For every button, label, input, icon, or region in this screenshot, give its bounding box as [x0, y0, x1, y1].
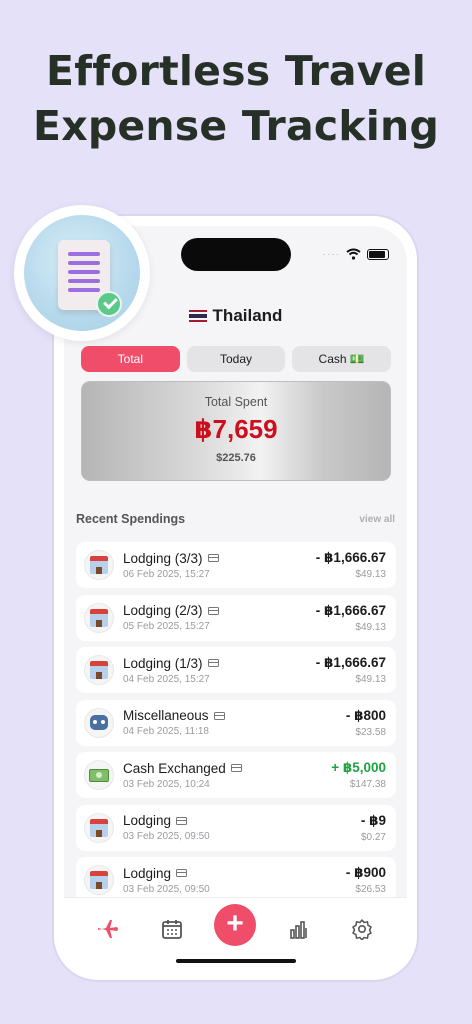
- list-item[interactable]: Miscellaneous 04 Feb 2025, 11:18 - ฿800 …: [76, 699, 396, 746]
- item-amount: - ฿9: [360, 812, 386, 828]
- item-usd: $147.38: [349, 779, 386, 790]
- item-date: 04 Feb 2025, 15:27: [123, 673, 210, 685]
- tab-total[interactable]: Total: [81, 346, 180, 372]
- item-amount: - ฿800: [345, 707, 386, 723]
- card-icon: [213, 711, 225, 720]
- headline-line-2: Expense Tracking: [33, 102, 439, 150]
- total-amount: ฿7,659: [194, 414, 278, 444]
- hotel-icon: [84, 865, 114, 895]
- country-name: Thailand: [212, 306, 283, 325]
- headline: Effortless Travel Expense Tracking: [0, 44, 472, 154]
- receipt-badge: [14, 205, 150, 341]
- item-date: 04 Feb 2025, 11:18: [123, 726, 209, 737]
- list-item[interactable]: Lodging (1/3) 04 Feb 2025, 15:27 - ฿1,66…: [76, 647, 396, 693]
- item-title: Lodging (1/3): [123, 655, 203, 671]
- list-item[interactable]: Lodging 03 Feb 2025, 09:50 - ฿9 $0.27: [76, 804, 396, 851]
- airplane-icon[interactable]: [95, 916, 121, 942]
- item-usd: $49.13: [355, 569, 386, 580]
- item-title: Lodging: [123, 865, 172, 881]
- wifi-icon: [346, 248, 361, 260]
- filter-segmented-control: Total Today Cash 💵: [81, 346, 392, 372]
- list-item[interactable]: Cash Exchanged 03 Feb 2025, 10:24 + ฿5,0…: [76, 752, 396, 798]
- card-icon: [207, 554, 219, 562]
- thailand-flag-icon: [188, 310, 207, 322]
- add-expense-button[interactable]: +: [214, 904, 256, 946]
- tab-cash[interactable]: Cash 💵: [292, 346, 392, 372]
- item-usd: $23.58: [355, 726, 386, 738]
- item-date: 06 Feb 2025, 15:27: [123, 568, 210, 580]
- recent-spendings-title: Recent Spendings: [76, 512, 186, 526]
- item-usd: $26.53: [355, 884, 386, 895]
- item-title: Lodging (3/3): [123, 550, 203, 566]
- total-usd: $225.76: [216, 452, 256, 464]
- tab-today[interactable]: Today: [186, 346, 286, 372]
- tab-bar: +: [64, 897, 407, 970]
- total-spent-card: Total Spent ฿7,659 $225.76: [81, 381, 391, 481]
- spendings-list: Lodging (3/3) 06 Feb 2025, 15:27 - ฿1,66…: [76, 542, 396, 910]
- badge-background: [24, 215, 140, 331]
- check-icon: [96, 291, 122, 317]
- item-amount: + ฿5,000: [331, 760, 386, 775]
- battery-icon: [367, 248, 389, 260]
- item-amount: - ฿900: [345, 865, 386, 880]
- robot-icon: [84, 707, 114, 738]
- add-icon: +: [226, 907, 244, 940]
- item-date: 05 Feb 2025, 15:27: [123, 621, 210, 632]
- card-icon: [207, 606, 219, 615]
- item-date: 03 Feb 2025, 10:24: [123, 778, 210, 790]
- calendar-icon[interactable]: [159, 916, 185, 942]
- cash-icon: [84, 760, 114, 790]
- item-title: Lodging: [123, 813, 172, 828]
- item-usd: $49.13: [355, 674, 386, 685]
- item-title: Miscellaneous: [123, 708, 209, 723]
- card-icon: [176, 869, 188, 877]
- hotel-icon: [84, 655, 114, 685]
- total-label: Total Spent: [204, 395, 268, 409]
- cash-note-icon: [230, 764, 242, 772]
- app-screen: ···· Thailand Total Today Cash 💵 Total S…: [64, 226, 407, 970]
- item-title: Cash Exchanged: [123, 760, 226, 776]
- chart-icon[interactable]: [286, 916, 312, 942]
- item-date: 03 Feb 2025, 09:50: [123, 831, 210, 842]
- card-icon: [176, 816, 188, 825]
- signal-icon: ····: [322, 248, 340, 260]
- settings-icon[interactable]: [349, 916, 375, 942]
- hotel-icon: [84, 602, 114, 633]
- home-indicator: [176, 959, 296, 963]
- view-all-link[interactable]: view all: [359, 514, 395, 525]
- item-title: Lodging (2/3): [123, 603, 203, 618]
- card-icon: [207, 659, 219, 667]
- status-bar: ····: [323, 248, 389, 260]
- dynamic-island: [181, 238, 291, 271]
- hotel-icon: [84, 550, 114, 580]
- item-usd: $0.27: [360, 831, 386, 843]
- item-amount: - ฿1,666.67: [315, 655, 386, 670]
- item-amount: - ฿1,666.67: [315, 602, 386, 618]
- headline-line-1: Effortless Travel: [46, 47, 426, 95]
- item-usd: $49.13: [355, 621, 386, 633]
- item-date: 03 Feb 2025, 09:50: [123, 883, 210, 895]
- list-item[interactable]: Lodging (2/3) 05 Feb 2025, 15:27 - ฿1,66…: [76, 594, 396, 641]
- list-item[interactable]: Lodging (3/3) 06 Feb 2025, 15:27 - ฿1,66…: [76, 542, 396, 588]
- item-amount: - ฿1,666.67: [315, 550, 386, 565]
- hotel-icon: [84, 812, 114, 843]
